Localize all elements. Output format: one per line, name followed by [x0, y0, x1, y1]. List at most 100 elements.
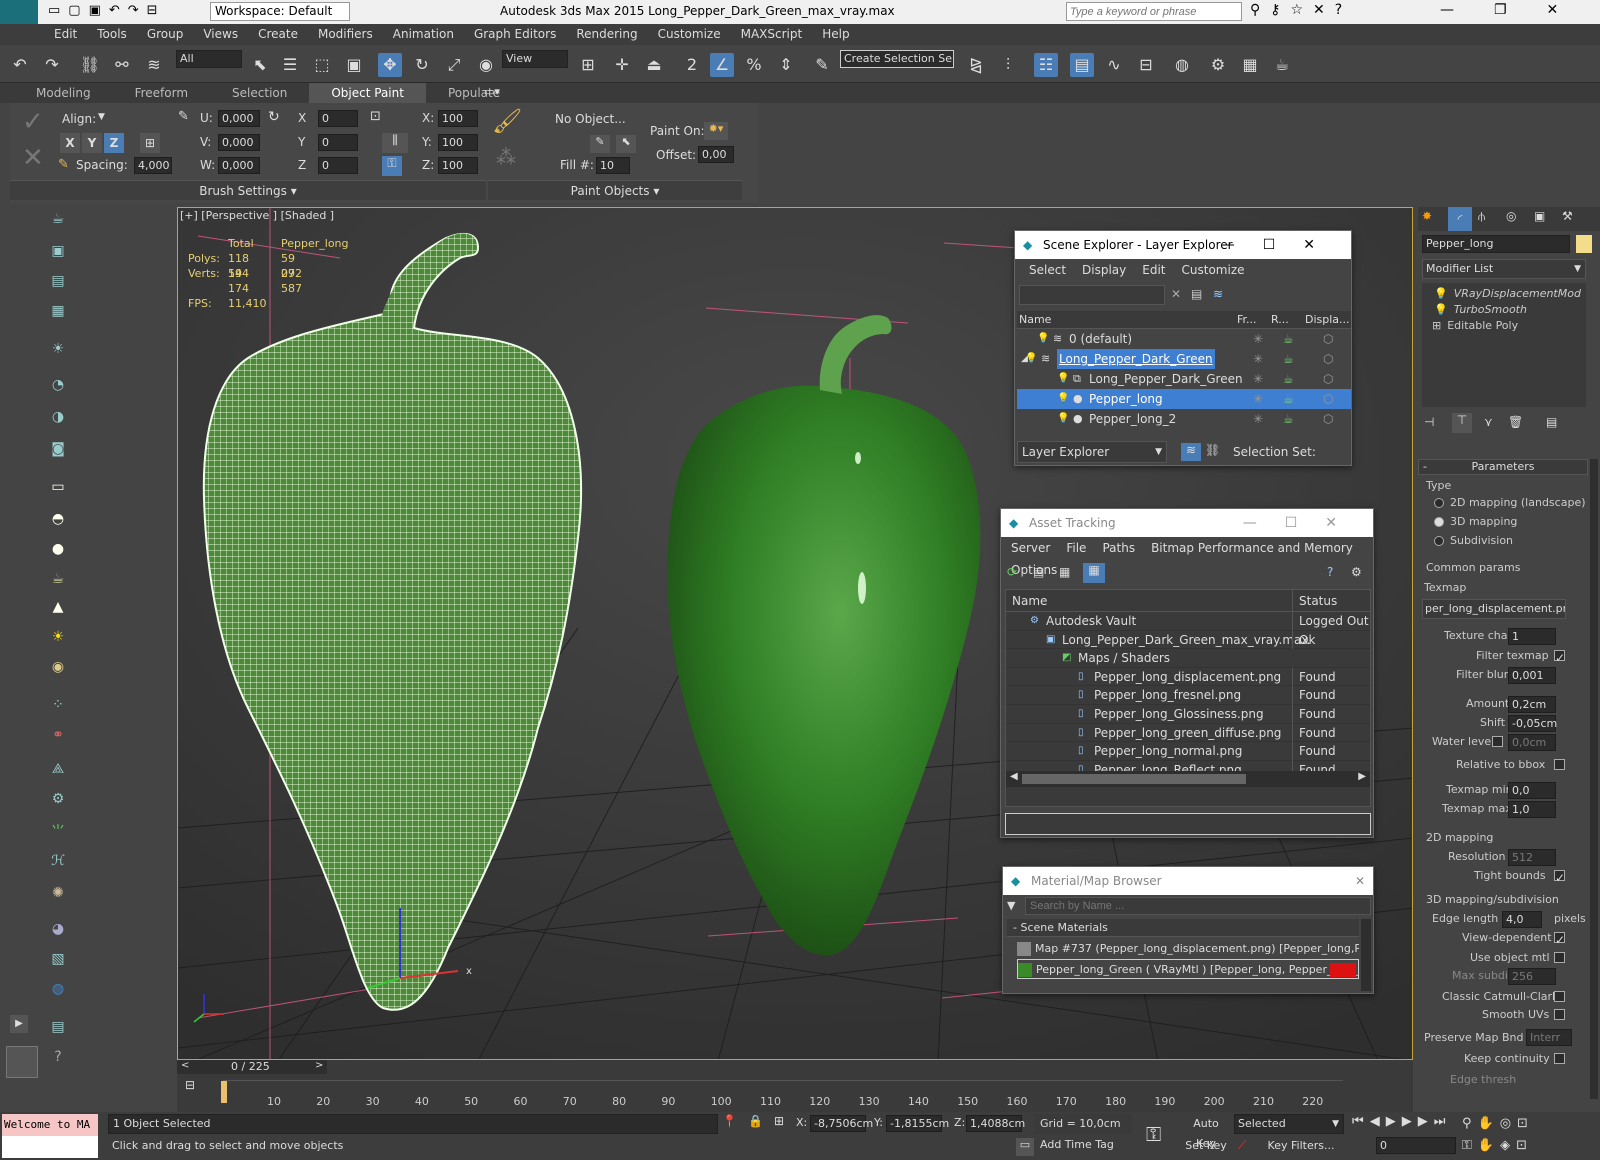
expand-left-icon[interactable]: ▶: [10, 1015, 28, 1033]
rot-z-spinner[interactable]: 0: [318, 157, 358, 174]
percent-snap-icon[interactable]: %: [742, 53, 766, 77]
notes-icon[interactable]: ▤: [46, 1019, 70, 1041]
keyword-search-input[interactable]: [1066, 2, 1242, 21]
tight-bounds-checkbox[interactable]: ✓: [1554, 870, 1565, 885]
scene-explorer-titlebar[interactable]: ◆ Scene Explorer - Layer Explorer —☐✕: [1015, 231, 1351, 259]
scene-explorer-window-controls[interactable]: —☐✕: [1221, 231, 1343, 259]
select-object-icon[interactable]: ⬉: [248, 53, 272, 77]
se-menu-select[interactable]: Select: [1021, 259, 1074, 281]
viewport-nav-controls-2[interactable]: ⚿✋◈⊡: [1462, 1138, 1533, 1153]
mirror-icon[interactable]: ⧎: [964, 53, 988, 77]
camera-icon[interactable]: ◔: [46, 377, 70, 399]
layers-icon[interactable]: ≋: [1213, 287, 1223, 301]
unlink-icon[interactable]: ⚯: [110, 53, 134, 77]
asset-path-field[interactable]: [1005, 813, 1371, 835]
paint-on-icon[interactable]: ✸▾: [704, 122, 728, 140]
scene-explorer-search[interactable]: [1019, 285, 1165, 305]
time-slider[interactable]: < 0 / 225 >: [177, 1060, 327, 1074]
current-frame-spinner[interactable]: 0: [1376, 1137, 1456, 1154]
next-frame-icon[interactable]: >: [315, 1060, 323, 1071]
filter-blur-spinner[interactable]: 0,001: [1508, 667, 1556, 684]
render-icon[interactable]: ▣: [46, 243, 70, 265]
menu-views[interactable]: Views: [193, 24, 248, 45]
add-time-tag[interactable]: Add Time Tag: [1040, 1138, 1114, 1151]
pivot-center-icon[interactable]: ⊞: [576, 53, 600, 77]
radio-3d-mapping[interactable]: [1434, 517, 1444, 527]
render-teapot-icon[interactable]: ☕: [1283, 329, 1294, 349]
playback-controls[interactable]: ⏮◀▶▶▶⏭: [1352, 1114, 1451, 1129]
align-icon[interactable]: ⫶: [996, 53, 1020, 77]
hierarchy-tab-icon[interactable]: ⫛: [1478, 209, 1485, 224]
menu-tools[interactable]: Tools: [87, 24, 137, 45]
pyramid-icon[interactable]: ⟁: [46, 761, 70, 783]
asset-row[interactable]: ▣ Long_Pepper_Dark_Green_max_vray.max Ok: [1006, 630, 1370, 650]
object-name-field[interactable]: Pepper_long: [1422, 235, 1570, 253]
material-editor-icon[interactable]: ◍: [1170, 53, 1194, 77]
menu-edit[interactable]: Edit: [44, 24, 87, 45]
light-list-icon[interactable]: ☀: [46, 341, 70, 363]
scale-icon[interactable]: ⊡: [370, 109, 381, 124]
layer-row[interactable]: 💡 ● Pepper_long ✳ ☕ ⬡: [1017, 389, 1351, 409]
menu-maxscript[interactable]: MAXScript: [731, 24, 813, 45]
asset-row[interactable]: ▯ Pepper_long_normal.png Found: [1006, 742, 1370, 761]
video-icon[interactable]: ◙: [46, 441, 70, 463]
layer-row[interactable]: 💡 ● Pepper_long_2 ✳ ☕ ⬡: [1017, 409, 1351, 429]
select-scale-icon[interactable]: ⤢: [442, 53, 466, 77]
paint-objects-dropdown[interactable]: Paint Objects ▾: [488, 180, 742, 200]
no-object-dropdown[interactable]: No Object...: [555, 112, 626, 126]
shift-spinner[interactable]: -0,05cm: [1508, 715, 1557, 732]
remove-modifier-icon[interactable]: 🗑: [1508, 415, 1523, 429]
spinner-snap-icon[interactable]: ⇕: [774, 53, 798, 77]
display-tab-icon[interactable]: ▣: [1534, 209, 1545, 223]
freeze-icon[interactable]: ✳: [1253, 369, 1263, 389]
render-production-icon[interactable]: ☕: [1270, 53, 1294, 77]
browser-options-icon[interactable]: ▼: [1007, 899, 1015, 912]
ribbon-tab-populate[interactable]: Populate: [426, 83, 522, 103]
selection-filter-dropdown[interactable]: All: [176, 50, 242, 68]
grass-icon[interactable]: ⺌: [46, 821, 70, 843]
radio-2d-mapping[interactable]: [1434, 498, 1444, 508]
layer-row[interactable]: 💡 ⧉ Long_Pepper_Dark_Green ✳ ☕ ⬡: [1017, 369, 1351, 389]
auto-key-button[interactable]: Auto Key: [1182, 1114, 1230, 1150]
ribbon-tab-object-paint[interactable]: Object Paint: [309, 83, 426, 103]
visibility-bulb-icon[interactable]: 💡: [1057, 409, 1069, 429]
se-menu-edit[interactable]: Edit: [1134, 259, 1173, 281]
freeze-icon[interactable]: ✳: [1253, 409, 1263, 429]
shading-icon[interactable]: ◑: [46, 409, 70, 431]
scale-uniform-icon[interactable]: ⫼: [382, 133, 408, 153]
v-spinner[interactable]: 0,000: [218, 134, 260, 151]
col-name[interactable]: Name: [1019, 313, 1051, 326]
ribbon-tab-selection[interactable]: Selection: [210, 83, 309, 103]
axis-y-button[interactable]: Y: [82, 133, 102, 153]
render-teapot-icon[interactable]: ☕: [1283, 369, 1294, 389]
render-teapot-icon[interactable]: ☕: [1283, 389, 1294, 409]
display-box-icon[interactable]: ⬡: [1323, 409, 1333, 429]
display-box-icon[interactable]: ⬡: [1323, 389, 1333, 409]
rectangular-region-icon[interactable]: ⬚: [310, 53, 334, 77]
spacing-spinner[interactable]: 4,000: [134, 157, 172, 174]
quick-access-icons[interactable]: ▭▢▣↶↷⊟: [48, 3, 166, 18]
ribbon-tab-freeform[interactable]: Freeform: [113, 83, 210, 103]
scale-y-spinner[interactable]: 100: [438, 134, 478, 151]
menu-create[interactable]: Create: [248, 24, 308, 45]
cone-icon[interactable]: ▲: [46, 599, 70, 621]
trackbar-toggle-icon[interactable]: ⊟: [185, 1078, 195, 1092]
paint-pick-icon[interactable]: ⬉: [616, 135, 636, 153]
at-menu-bitmap-performance-and-memory[interactable]: Bitmap Performance and Memory: [1143, 537, 1361, 559]
make-unique-icon[interactable]: ⋎: [1484, 415, 1493, 429]
object-color-swatch[interactable]: [1576, 235, 1592, 253]
freeze-icon[interactable]: ✳: [1253, 329, 1263, 349]
y-coord-spinner[interactable]: -1,8155cm: [886, 1115, 949, 1132]
hierarchy-mode-icon[interactable]: ⛓: [1205, 443, 1220, 457]
layer-row[interactable]: 💡 ≋ 0 (default) ✳ ☕ ⬡: [1017, 329, 1351, 349]
show-end-result-icon[interactable]: ⊤: [1452, 413, 1472, 433]
layer-mode-icon[interactable]: ≋: [1181, 443, 1201, 461]
workspace-dropdown[interactable]: Workspace: Default: [210, 2, 350, 21]
display-box-icon[interactable]: ⬡: [1323, 329, 1333, 349]
menu-customize[interactable]: Customize: [648, 24, 731, 45]
menu-rendering[interactable]: Rendering: [566, 24, 647, 45]
pin-stack-icon[interactable]: ⊣: [1424, 415, 1434, 429]
rotate-icon[interactable]: ↻: [268, 109, 280, 125]
select-place-icon[interactable]: ◉: [474, 53, 498, 77]
texmap-button[interactable]: per_long_displacement.png): [1422, 599, 1566, 619]
